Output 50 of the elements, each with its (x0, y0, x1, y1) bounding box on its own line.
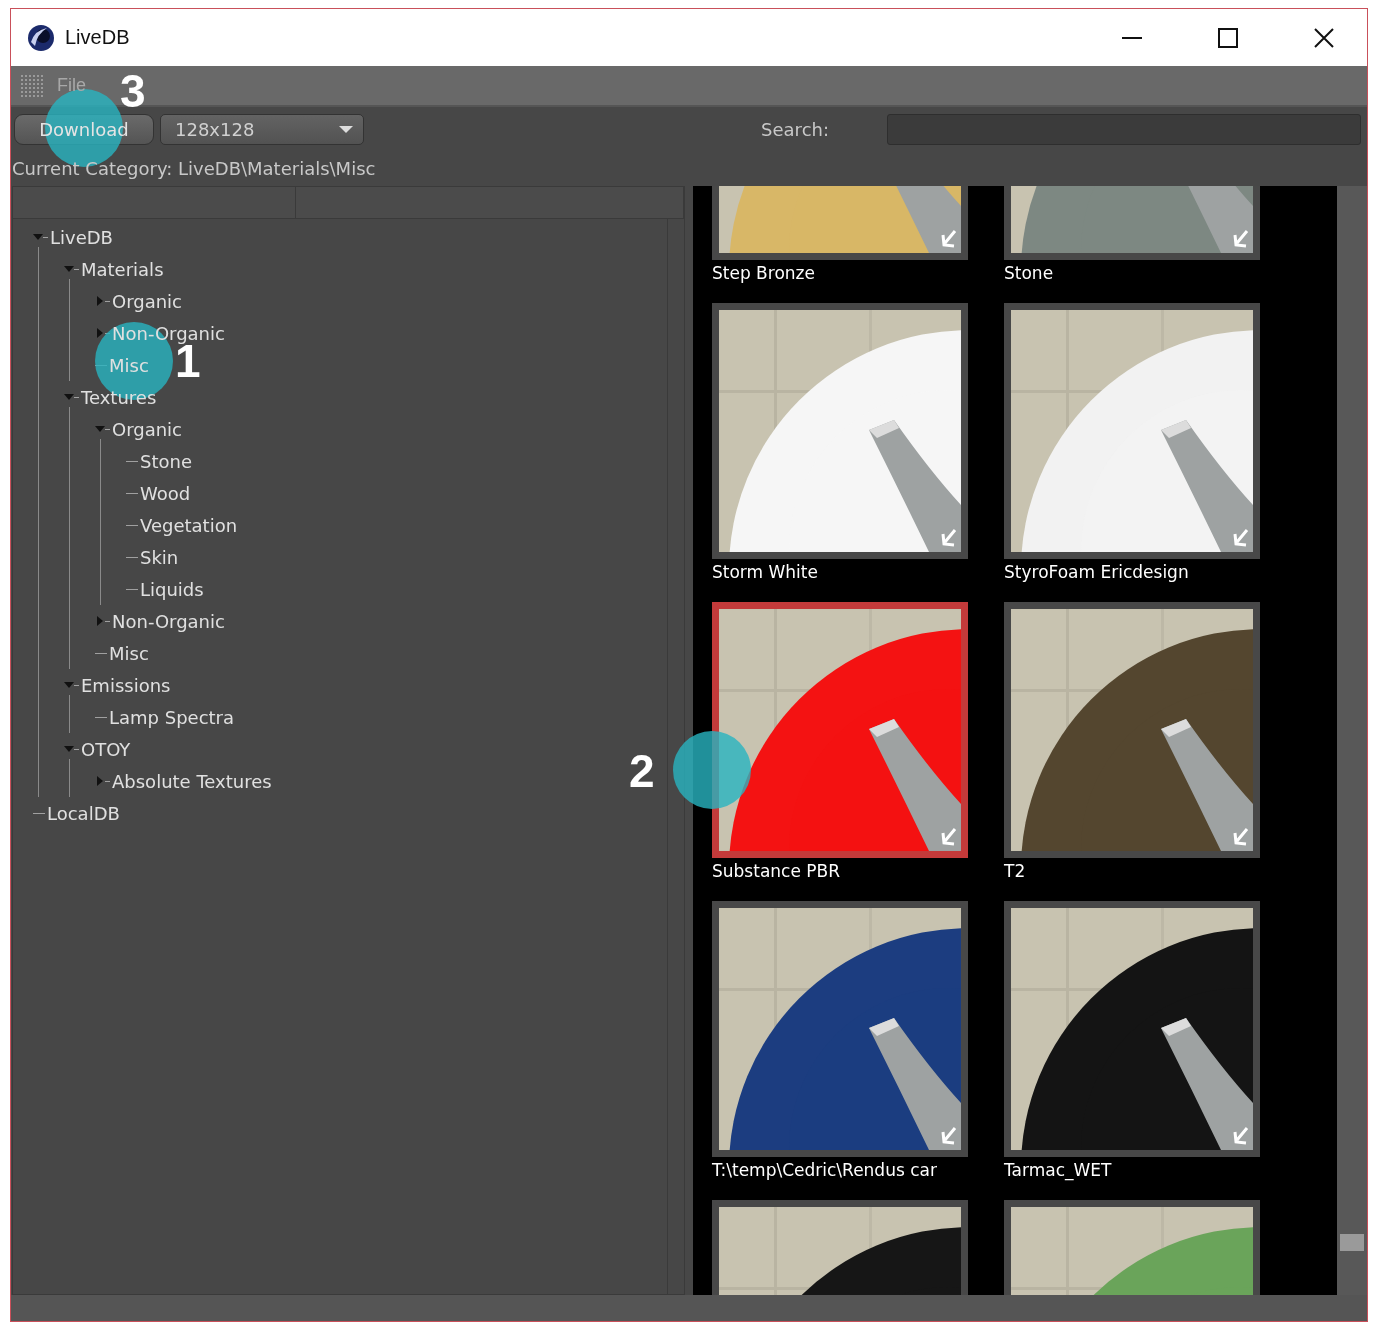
tree-item[interactable]: Non-Organic (112, 610, 225, 632)
step-number: 2 (629, 748, 655, 794)
app-logo-icon (27, 23, 55, 52)
tree-item[interactable]: Liquids (140, 578, 204, 600)
material-name: Step Bronze (712, 262, 816, 285)
tree-item[interactable]: Skin (140, 546, 179, 568)
tree-item[interactable]: Lamp Spectra (109, 706, 235, 728)
material-name: T2 (1004, 860, 1027, 883)
tree-item[interactable]: Materials (81, 258, 164, 280)
tree-item[interactable]: Organic (112, 290, 182, 312)
scrollbar[interactable] (1337, 186, 1367, 1295)
tree-item[interactable]: OTOY (81, 738, 131, 760)
tree-item[interactable]: Emissions (81, 674, 171, 696)
current-category: Current Category: LiveDB\Materials\Misc (12, 158, 376, 179)
expand-arrow-icon[interactable] (97, 296, 103, 306)
material-name: T:\temp\Cedric\Rendus car (712, 1159, 938, 1182)
collapse-arrow-icon[interactable] (64, 746, 74, 752)
minimize-icon (1122, 36, 1142, 39)
tree-item[interactable]: Misc (109, 642, 149, 664)
material-name: StyroFoam Ericdesign (1004, 561, 1190, 584)
collapse-arrow-icon[interactable] (95, 426, 105, 432)
tree-item[interactable]: Vegetation (140, 514, 238, 536)
tree-item[interactable]: LocalDB (47, 802, 120, 824)
material-name: Substance PBR (712, 860, 841, 883)
window-title: LiveDB (65, 26, 131, 49)
tree-item[interactable]: Stone (140, 450, 192, 472)
tree-item[interactable]: Organic (112, 418, 182, 440)
size-dropdown[interactable]: 128x128 (160, 113, 364, 145)
tree-item[interactable]: Absolute Textures (112, 770, 272, 792)
close-icon (1314, 27, 1334, 48)
collapse-arrow-icon[interactable] (64, 394, 74, 400)
collapse-arrow-icon[interactable] (64, 266, 74, 272)
grip-icon[interactable] (21, 74, 43, 97)
expand-arrow-icon[interactable] (97, 776, 103, 786)
maximize-icon (1218, 27, 1238, 48)
expand-arrow-icon[interactable] (97, 328, 103, 338)
material-name: Stone (1004, 262, 1055, 285)
dropdown-arrow-icon (339, 125, 353, 133)
step-number: 3 (120, 68, 146, 114)
material-name: Tarmac_WET (1004, 1159, 1113, 1183)
collapse-arrow-icon[interactable] (64, 682, 74, 688)
collapse-arrow-icon[interactable] (33, 234, 43, 240)
material-name: Storm White (712, 561, 819, 584)
scrollbar-thumb[interactable] (1340, 1234, 1364, 1251)
expand-arrow-icon[interactable] (97, 616, 103, 626)
search-label: Search: (761, 118, 829, 140)
tree-item[interactable]: Textures (81, 386, 157, 408)
search-field[interactable] (887, 113, 1361, 145)
tree-item[interactable]: Wood (140, 482, 191, 504)
tree-item[interactable]: LiveDB (50, 226, 113, 248)
